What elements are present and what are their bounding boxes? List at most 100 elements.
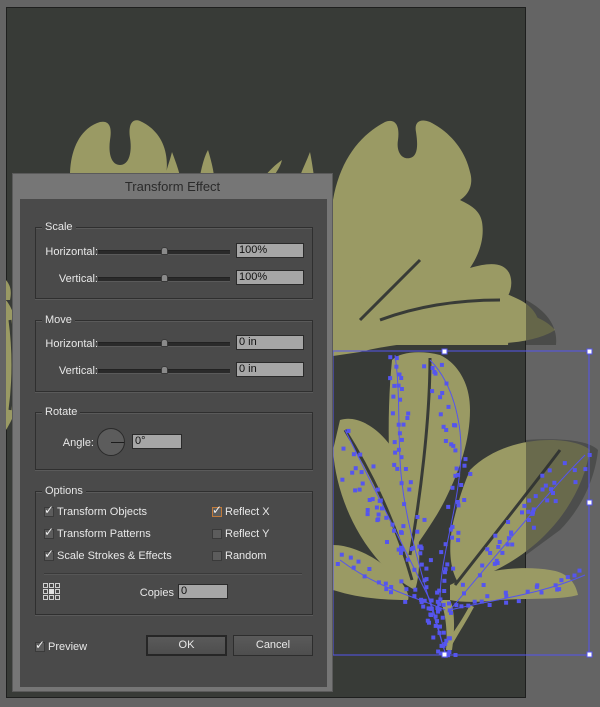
anchor-point[interactable] — [392, 528, 396, 533]
anchor-point[interactable] — [454, 603, 459, 608]
anchor-point[interactable] — [526, 518, 531, 522]
anchor-point[interactable] — [418, 551, 423, 556]
anchor-point[interactable] — [375, 518, 380, 523]
anchor-point[interactable] — [545, 498, 550, 503]
anchor-point[interactable] — [534, 584, 539, 589]
anchor-point[interactable] — [435, 599, 440, 604]
anchor-point[interactable] — [462, 498, 467, 502]
anchor-point[interactable] — [547, 468, 552, 473]
anchor-point[interactable] — [393, 450, 398, 455]
anchor-point[interactable] — [438, 412, 443, 417]
anchor-point[interactable] — [448, 527, 453, 532]
anchor-point[interactable] — [485, 547, 490, 552]
anchor-point[interactable] — [399, 579, 404, 584]
anchor-point[interactable] — [360, 481, 365, 486]
anchor-point[interactable] — [430, 366, 435, 370]
anchor-point[interactable] — [445, 562, 450, 567]
anchor-point[interactable] — [384, 587, 389, 592]
anchor-point[interactable] — [442, 578, 447, 583]
anchor-point[interactable] — [510, 542, 515, 547]
move-horizontal-slider[interactable] — [98, 339, 230, 347]
anchor-point[interactable] — [533, 494, 538, 499]
slider-thumb[interactable] — [161, 247, 168, 255]
checkbox-box[interactable]: ✓ — [44, 504, 54, 517]
anchor-point[interactable] — [419, 597, 424, 602]
anchor-point[interactable] — [443, 642, 448, 646]
anchor-point[interactable] — [438, 624, 442, 629]
anchor-point[interactable] — [449, 610, 453, 615]
anchor-point[interactable] — [500, 550, 505, 555]
anchor-point[interactable] — [353, 466, 358, 471]
anchor-point[interactable] — [426, 606, 431, 611]
anchor-point[interactable] — [399, 376, 404, 380]
anchor-point[interactable] — [553, 583, 558, 588]
anchor-point[interactable] — [539, 590, 544, 595]
scale-horizontal-slider[interactable] — [98, 247, 230, 255]
anchor-point[interactable] — [351, 565, 356, 570]
bbox-handle[interactable] — [586, 651, 593, 658]
anchor-point[interactable] — [392, 383, 397, 388]
anchor-point[interactable] — [433, 623, 438, 628]
anchor-point[interactable] — [376, 580, 381, 585]
anchor-point[interactable] — [396, 447, 401, 452]
anchor-point[interactable] — [453, 653, 458, 657]
anchor-point[interactable] — [488, 551, 493, 555]
anchor-point[interactable] — [339, 552, 344, 557]
anchor-point[interactable] — [587, 453, 592, 457]
anchor-point[interactable] — [506, 536, 511, 541]
anchor-point[interactable] — [437, 607, 442, 612]
anchor-point[interactable] — [397, 431, 402, 436]
scale-vertical-input[interactable]: 100% — [236, 270, 304, 285]
dialog-title[interactable]: Transform Effect — [13, 177, 332, 197]
anchor-point[interactable] — [375, 487, 380, 492]
anchor-point[interactable] — [503, 590, 508, 595]
anchor-point[interactable] — [399, 530, 404, 535]
checkbox-box[interactable]: ✓ — [35, 639, 45, 652]
anchor-point[interactable] — [385, 540, 389, 544]
anchor-point[interactable] — [436, 649, 441, 654]
anchor-point[interactable] — [437, 630, 442, 635]
anchor-point[interactable] — [447, 601, 451, 606]
anchor-point[interactable] — [353, 488, 358, 493]
anchor-point[interactable] — [540, 473, 545, 478]
anchor-point[interactable] — [438, 395, 443, 400]
anchor-point[interactable] — [418, 544, 423, 549]
anchor-point[interactable] — [496, 544, 501, 549]
anchor-point[interactable] — [408, 480, 413, 485]
anchor-point[interactable] — [504, 600, 509, 605]
anchor-point[interactable] — [451, 443, 456, 448]
anchor-point[interactable] — [516, 599, 521, 604]
anchor-point[interactable] — [335, 562, 340, 566]
anchor-point[interactable] — [397, 372, 402, 377]
anchor-point[interactable] — [572, 573, 577, 578]
anchor-point[interactable] — [446, 504, 451, 509]
anchor-point[interactable] — [395, 466, 400, 471]
anchor-point[interactable] — [437, 588, 442, 593]
cancel-button[interactable]: Cancel — [233, 635, 313, 656]
anchor-point[interactable] — [384, 515, 389, 520]
slider-thumb[interactable] — [161, 274, 168, 282]
anchor-point[interactable] — [412, 567, 417, 572]
anchor-point[interactable] — [350, 470, 355, 475]
angle-input[interactable]: 0° — [132, 434, 182, 449]
anchor-point[interactable] — [340, 477, 345, 482]
anchor-point[interactable] — [365, 512, 370, 517]
anchor-point[interactable] — [441, 424, 446, 429]
anchor-point[interactable] — [394, 364, 399, 369]
anchor-point[interactable] — [453, 423, 458, 428]
anchor-point[interactable] — [443, 439, 448, 443]
anchor-point[interactable] — [405, 416, 410, 420]
anchor-point[interactable] — [439, 362, 444, 367]
anchor-point[interactable] — [487, 603, 492, 607]
anchor-point[interactable] — [479, 599, 484, 604]
anchor-point[interactable] — [477, 573, 482, 578]
move-horizontal-input[interactable]: 0 in — [236, 335, 304, 350]
anchor-point[interactable] — [422, 598, 427, 603]
anchor-point[interactable] — [450, 485, 455, 490]
anchor-point[interactable] — [492, 561, 497, 566]
anchor-point[interactable] — [422, 364, 427, 369]
anchor-point[interactable] — [573, 480, 578, 485]
anchor-point[interactable] — [485, 594, 490, 599]
anchor-point[interactable] — [551, 491, 555, 495]
anchor-point[interactable] — [549, 487, 553, 492]
